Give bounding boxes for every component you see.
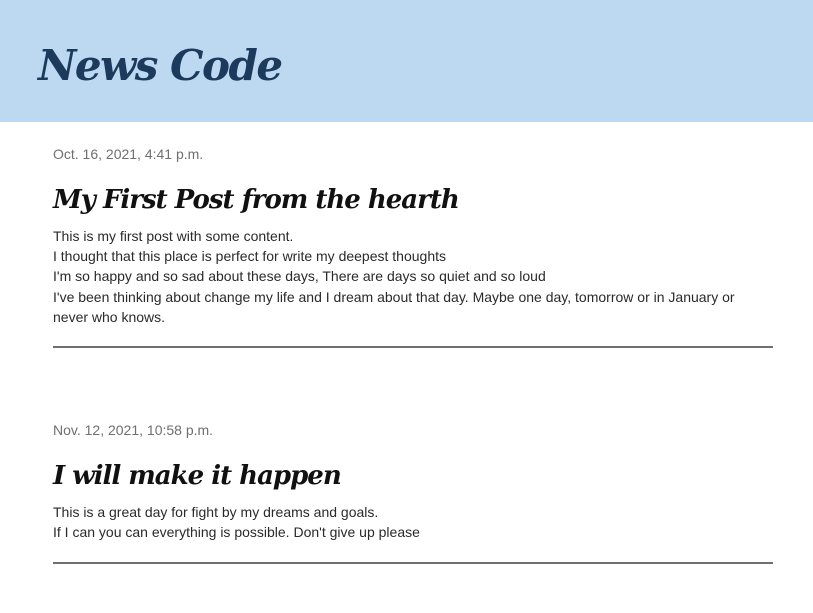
post-divider — [53, 346, 773, 348]
site-title[interactable]: News Code — [38, 36, 283, 96]
post-date: Nov. 12, 2021, 10:58 p.m. — [53, 422, 214, 438]
post-body-line: I thought that this place is perfect for… — [53, 248, 446, 265]
post-body: This is a great day for fight by my drea… — [53, 502, 773, 542]
post-title[interactable]: I will make it happen — [53, 460, 342, 492]
post-title[interactable]: My First Post from the hearth — [53, 184, 460, 216]
site-header: News Code — [0, 0, 813, 122]
post-body-line: I've been thinking about change my life … — [53, 288, 735, 325]
post-date: Oct. 16, 2021, 4:41 p.m. — [53, 146, 204, 162]
post-body-line: This is my first post with some content. — [53, 228, 294, 244]
post-divider — [53, 562, 773, 564]
post-body: This is my first post with some content.… — [53, 226, 773, 327]
post-body-line: This is a great day for fight by my drea… — [53, 504, 379, 520]
post-body-line: I'm so happy and so sad about these days… — [53, 268, 546, 285]
post-body-line: If I can you can everything is possible.… — [53, 524, 420, 541]
